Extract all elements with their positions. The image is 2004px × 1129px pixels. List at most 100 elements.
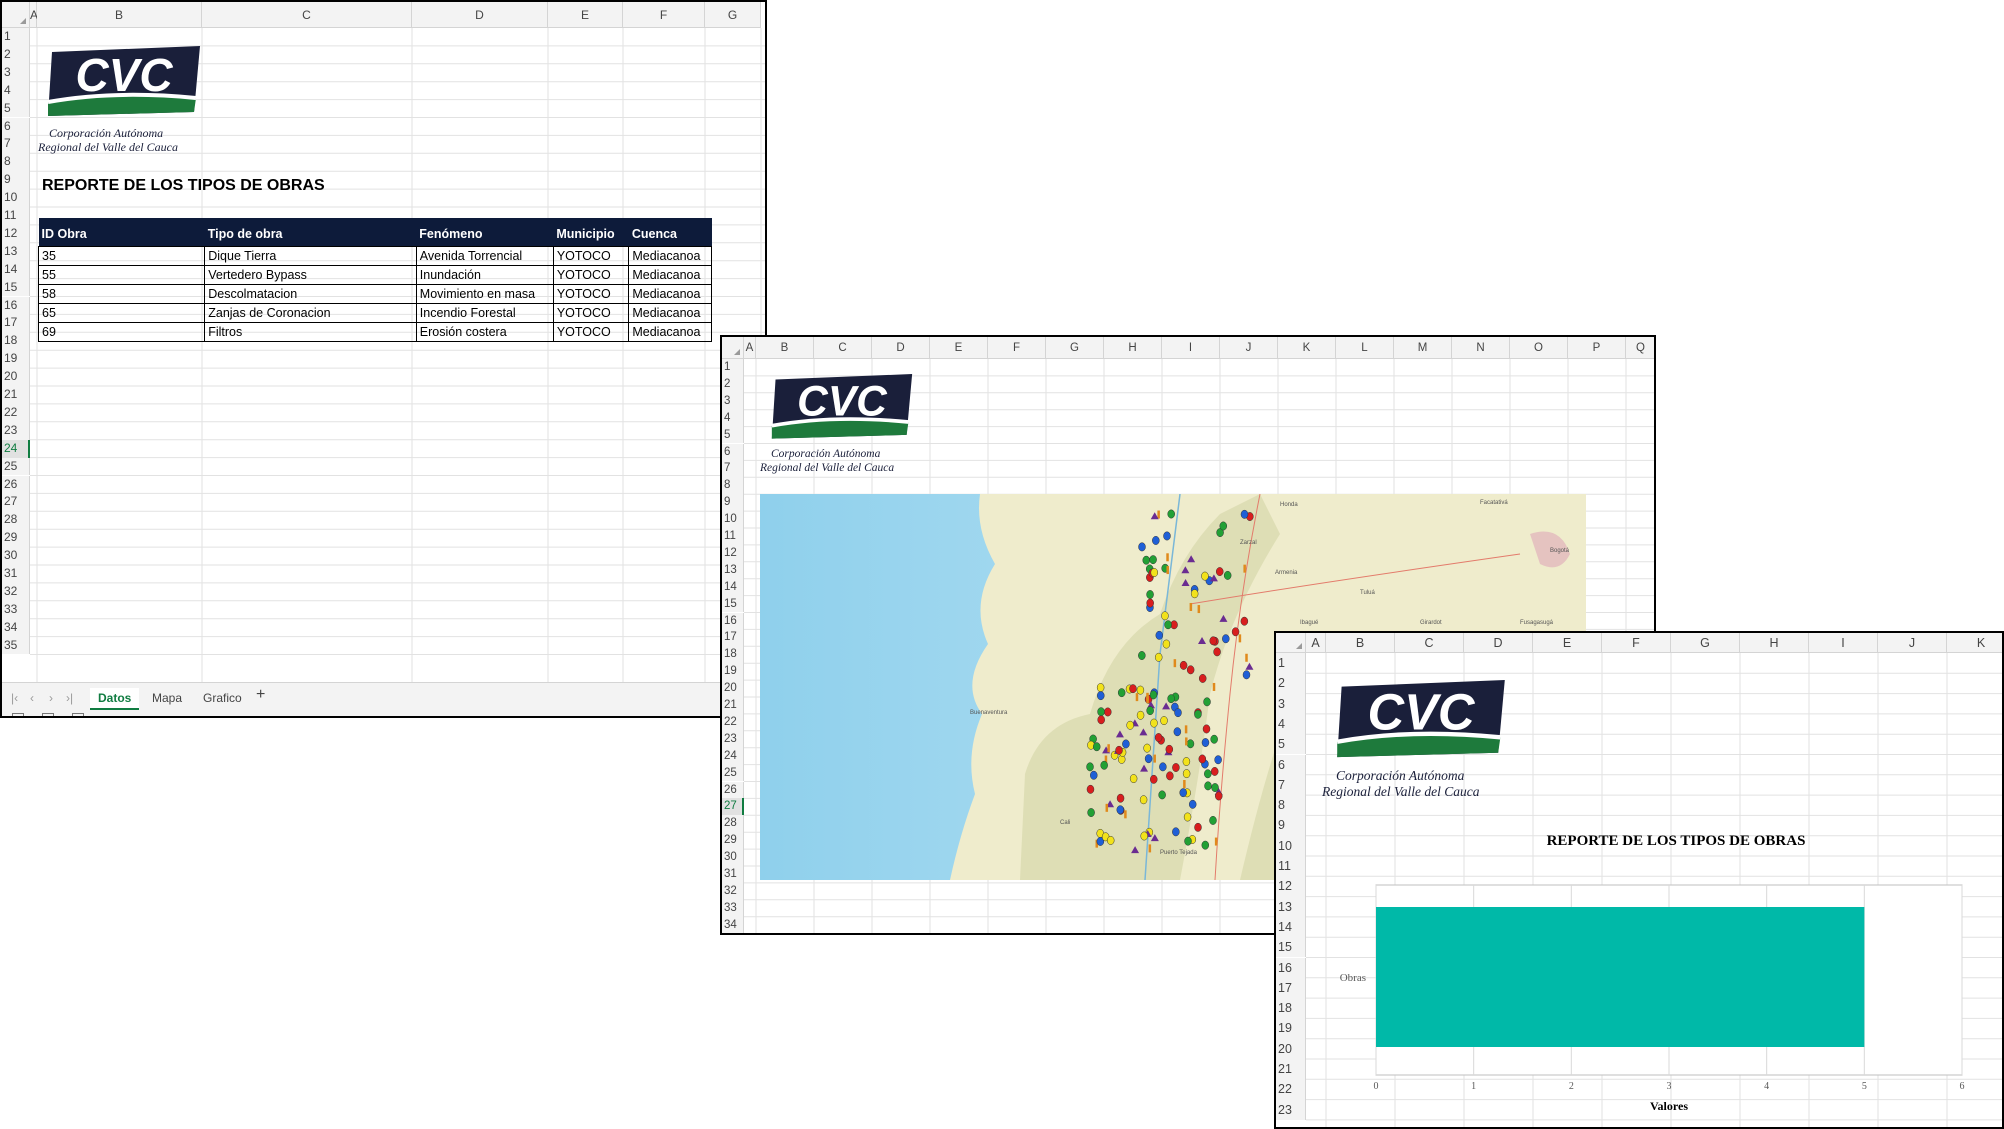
- row-header-12[interactable]: 12: [1276, 876, 1306, 897]
- map-marker[interactable]: [1124, 810, 1127, 819]
- row-header-33[interactable]: 33: [722, 899, 744, 917]
- cell-tipo-de-obra[interactable]: Filtros: [204, 321, 417, 342]
- map-marker[interactable]: [1223, 570, 1232, 580]
- cell-municipio[interactable]: YOTOCO: [552, 264, 630, 285]
- column-header-f[interactable]: F: [623, 2, 705, 28]
- row-header-21[interactable]: 21: [1276, 1059, 1306, 1080]
- map-marker[interactable]: [1167, 694, 1175, 704]
- map-marker[interactable]: [1146, 598, 1154, 608]
- map-marker[interactable]: [1138, 651, 1146, 660]
- map-marker[interactable]: [1214, 837, 1218, 846]
- column-header-g[interactable]: G: [705, 2, 761, 28]
- column-header-c[interactable]: C: [202, 2, 412, 28]
- row-header-7[interactable]: 7: [2, 135, 30, 154]
- column-header-c[interactable]: C: [1395, 633, 1464, 653]
- map-marker[interactable]: [1087, 808, 1095, 818]
- map-marker[interactable]: [1155, 630, 1164, 640]
- map-marker[interactable]: [1150, 718, 1158, 728]
- row-header-6[interactable]: 6: [1276, 754, 1306, 775]
- row-header-17[interactable]: 17: [1276, 977, 1306, 999]
- row-header-25[interactable]: 25: [2, 457, 30, 476]
- row-header-26[interactable]: 26: [2, 475, 30, 494]
- map-marker[interactable]: [1166, 771, 1174, 781]
- map-marker[interactable]: [1186, 739, 1195, 749]
- map-marker[interactable]: [1212, 682, 1216, 691]
- map-marker[interactable]: [1184, 725, 1188, 734]
- cell-cuenca[interactable]: Mediacanoa: [628, 283, 712, 304]
- row-header-18[interactable]: 18: [722, 646, 744, 664]
- column-header-d[interactable]: D: [412, 2, 548, 28]
- row-header-8[interactable]: 8: [2, 153, 30, 172]
- header-cuenca[interactable]: Cuenca: [628, 218, 712, 246]
- row-header-30[interactable]: 30: [2, 547, 30, 565]
- map-marker[interactable]: [1097, 691, 1105, 701]
- column-header-b[interactable]: B: [37, 2, 202, 28]
- select-all-corner[interactable]: [722, 337, 744, 359]
- row-header-29[interactable]: 29: [722, 832, 744, 850]
- map-marker[interactable]: [1204, 769, 1212, 779]
- row-header-10[interactable]: 10: [1276, 835, 1306, 856]
- column-header-d[interactable]: D: [872, 337, 930, 359]
- row-header-5[interactable]: 5: [722, 426, 744, 444]
- map-marker[interactable]: [1182, 769, 1191, 779]
- map-marker[interactable]: [1142, 555, 1150, 565]
- page-layout-view-icon[interactable]: [42, 713, 54, 716]
- column-header-p[interactable]: P: [1568, 337, 1626, 359]
- column-header-b[interactable]: B: [1326, 633, 1395, 653]
- cell-id-obra[interactable]: 55: [37, 264, 206, 285]
- map-marker[interactable]: [1148, 844, 1152, 853]
- row-header-7[interactable]: 7: [722, 460, 744, 478]
- row-header-12[interactable]: 12: [2, 224, 30, 243]
- map-marker[interactable]: [1194, 709, 1202, 719]
- row-header-31[interactable]: 31: [722, 866, 744, 883]
- column-header-c[interactable]: C: [814, 337, 872, 359]
- cell-tipo-de-obra[interactable]: Zanjas de Coronacion: [204, 302, 417, 323]
- map-marker[interactable]: [1173, 659, 1177, 668]
- cell-fenomeno[interactable]: Erosión costera: [415, 321, 554, 342]
- row-header-15[interactable]: 15: [722, 595, 744, 613]
- map-marker[interactable]: [1136, 710, 1145, 720]
- map-marker[interactable]: [1167, 509, 1175, 519]
- column-header-a[interactable]: A: [30, 2, 38, 28]
- column-header-k[interactable]: K: [1278, 337, 1336, 359]
- row-header-1[interactable]: 1: [1276, 653, 1306, 674]
- map-marker[interactable]: [1158, 790, 1166, 800]
- header-fenomeno[interactable]: Fenómeno: [416, 218, 554, 246]
- row-header-16[interactable]: 16: [722, 612, 744, 630]
- cell-municipio[interactable]: YOTOCO: [552, 283, 630, 304]
- map-marker[interactable]: [1157, 510, 1160, 519]
- row-header-16[interactable]: 16: [1276, 957, 1306, 978]
- map-marker[interactable]: [1201, 738, 1210, 748]
- row-header-30[interactable]: 30: [722, 849, 744, 866]
- map-marker[interactable]: [1105, 803, 1109, 812]
- map-marker[interactable]: [1153, 754, 1156, 763]
- row-header-2[interactable]: 2: [2, 45, 30, 64]
- row-header-2[interactable]: 2: [1276, 673, 1306, 694]
- map-marker[interactable]: [1146, 692, 1149, 701]
- header-municipio[interactable]: Municipio: [553, 218, 629, 246]
- map-marker[interactable]: [1150, 568, 1159, 578]
- map-marker[interactable]: [1161, 611, 1169, 621]
- map-marker[interactable]: [1129, 774, 1138, 784]
- cell-fenomeno[interactable]: Incendio Forestal: [415, 302, 554, 323]
- map-marker[interactable]: [1086, 784, 1095, 794]
- row-header-1[interactable]: 1: [722, 359, 744, 376]
- map-marker[interactable]: [1173, 727, 1182, 737]
- map-marker[interactable]: [1150, 774, 1158, 784]
- map-marker[interactable]: [1188, 799, 1197, 809]
- row-header-5[interactable]: 5: [2, 99, 30, 118]
- row-header-35[interactable]: 35: [2, 636, 30, 655]
- row-header-33[interactable]: 33: [2, 600, 30, 619]
- row-header-21[interactable]: 21: [2, 386, 30, 404]
- column-header-e[interactable]: E: [1533, 633, 1602, 653]
- map-marker[interactable]: [1209, 815, 1217, 825]
- cell-tipo-de-obra[interactable]: Dique Tierra: [204, 245, 417, 266]
- cell-cuenca[interactable]: Mediacanoa: [628, 264, 712, 285]
- cell-tipo-de-obra[interactable]: Vertedero Bypass: [204, 264, 417, 285]
- row-header-11[interactable]: 11: [722, 528, 744, 545]
- map-marker[interactable]: [1210, 767, 1219, 776]
- map-marker[interactable]: [1152, 536, 1160, 545]
- row-header-17[interactable]: 17: [2, 314, 30, 333]
- cell-fenomeno[interactable]: Inundación: [415, 264, 554, 285]
- map-marker[interactable]: [1215, 791, 1223, 801]
